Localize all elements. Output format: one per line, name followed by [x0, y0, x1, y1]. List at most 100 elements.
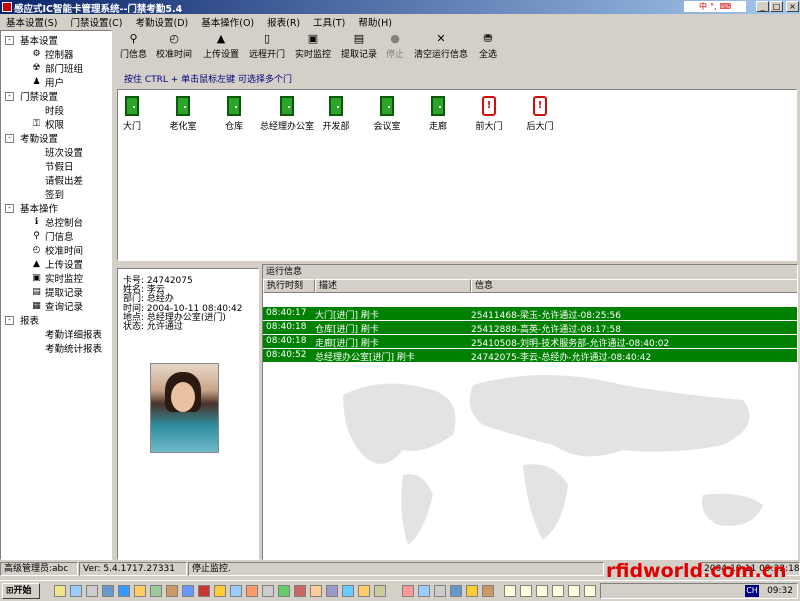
- quicklaunch-icon[interactable]: [262, 585, 274, 597]
- select-all-button[interactable]: ⛃ 全选: [479, 32, 497, 60]
- column-header-description[interactable]: 描述: [315, 279, 471, 293]
- quicklaunch-icon[interactable]: [294, 585, 306, 597]
- taskbar-clock[interactable]: 09:32: [767, 586, 793, 596]
- tree-item-sign-in[interactable]: 签到: [45, 187, 64, 201]
- quicklaunch-icon[interactable]: [70, 585, 82, 597]
- taskbar-window-button[interactable]: [568, 585, 580, 597]
- minimize-button[interactable]: _: [756, 1, 769, 12]
- tree-node-basic-settings[interactable]: - 基本设置: [5, 33, 58, 47]
- quicklaunch-icon[interactable]: [118, 585, 130, 597]
- taskbar-window-button[interactable]: [520, 585, 532, 597]
- tree-item-extract-records[interactable]: ▤ 提取记录: [31, 285, 83, 300]
- quicklaunch-icon[interactable]: [358, 585, 370, 597]
- collapse-icon[interactable]: -: [5, 35, 14, 45]
- quicklaunch-icon[interactable]: [278, 585, 290, 597]
- quicklaunch-icon[interactable]: [54, 585, 66, 597]
- collapse-icon[interactable]: -: [5, 133, 14, 143]
- tree-item-attendance-detail-report[interactable]: 考勤详细报表: [45, 327, 102, 341]
- stop-button[interactable]: ● 停止: [386, 32, 404, 60]
- taskbar-window-button[interactable]: [536, 585, 548, 597]
- ime-indicator[interactable]: CH: [745, 585, 759, 597]
- column-header-time[interactable]: 执行时刻: [263, 279, 315, 293]
- taskbar-window-button[interactable]: [552, 585, 564, 597]
- quicklaunch-icon[interactable]: [374, 585, 386, 597]
- quicklaunch-icon[interactable]: [482, 585, 494, 597]
- quicklaunch-icon[interactable]: [342, 585, 354, 597]
- close-button[interactable]: ×: [786, 1, 799, 12]
- clear-run-info-button[interactable]: ✕ 清空运行信息: [414, 32, 468, 60]
- maximize-button[interactable]: □: [770, 1, 783, 12]
- menu-basic-operations[interactable]: 基本操作(O): [195, 14, 261, 29]
- tree-node-reports[interactable]: - 报表: [5, 313, 39, 327]
- remote-open-door-button[interactable]: ▯ 远程开门: [249, 32, 285, 60]
- tree-item-department[interactable]: ☢ 部门班组: [31, 61, 83, 76]
- tree-item-attendance-summary-report[interactable]: 考勤统计报表: [45, 341, 102, 355]
- navigation-tree[interactable]: - 基本设置 ⚙ 控制器 ☢ 部门班组 ♟ 用户 - 门禁设置 时段 ⚿ 权限 - 考勤设置 …: [0, 30, 112, 560]
- collapse-icon[interactable]: -: [5, 315, 14, 325]
- quicklaunch-icon[interactable]: [418, 585, 430, 597]
- ime-chinese-icon[interactable]: 中: [699, 1, 707, 12]
- taskbar-window-button[interactable]: [584, 585, 596, 597]
- quicklaunch-icon[interactable]: [310, 585, 322, 597]
- tree-item-leave-trip[interactable]: 请假出差: [45, 173, 83, 187]
- ime-keyboard-icon[interactable]: ⌨: [720, 2, 732, 11]
- tree-item-realtime-monitor[interactable]: ▣ 实时监控: [31, 271, 83, 286]
- quicklaunch-icon[interactable]: [150, 585, 162, 597]
- quicklaunch-icon[interactable]: [230, 585, 242, 597]
- info-icon: ℹ: [34, 216, 39, 227]
- menu-help[interactable]: 帮助(H): [352, 14, 399, 29]
- select-all-icon: ⛃: [483, 32, 493, 45]
- tree-node-basic-operations[interactable]: - 基本操作: [5, 201, 58, 215]
- door-item[interactable]: 后大门: [510, 96, 570, 132]
- collapse-icon[interactable]: -: [5, 203, 14, 213]
- tree-node-attendance-settings[interactable]: - 考勤设置: [5, 131, 58, 145]
- log-row[interactable]: 08:40:18 走廊[进门] 刷卡 25410508-刘明-技术服务部-允许通…: [263, 335, 797, 349]
- door-alarm-icon: [533, 96, 547, 116]
- start-button[interactable]: ⊞开始: [2, 583, 40, 599]
- quicklaunch-icon[interactable]: [86, 585, 98, 597]
- ime-status-bar[interactable]: 中 °, ⌨: [684, 1, 746, 12]
- extract-records-button[interactable]: ▤ 提取记录: [341, 32, 377, 60]
- quicklaunch-icon[interactable]: [198, 585, 210, 597]
- tree-node-access-settings[interactable]: - 门禁设置: [5, 89, 58, 103]
- quicklaunch-icon[interactable]: [402, 585, 414, 597]
- quicklaunch-icon[interactable]: [434, 585, 446, 597]
- door-list-panel[interactable]: 大门 老化室 仓库 总经理办公室 开发部 会议室 走廊 前大门 后大门: [117, 89, 797, 261]
- quicklaunch-icon[interactable]: [182, 585, 194, 597]
- tree-item-query-records[interactable]: ▦ 查询记录: [31, 299, 83, 314]
- ime-punct-icon[interactable]: °,: [710, 2, 717, 11]
- tree-item-upload-settings[interactable]: ▲ 上传设置: [31, 257, 83, 272]
- tree-item-shift-settings[interactable]: 班次设置: [45, 145, 83, 159]
- menu-attendance-settings[interactable]: 考勤设置(D): [130, 14, 196, 29]
- realtime-monitor-button[interactable]: ▣ 实时监控: [295, 32, 331, 60]
- quicklaunch-icon[interactable]: [466, 585, 478, 597]
- menu-reports[interactable]: 报表(R): [261, 14, 307, 29]
- collapse-icon[interactable]: -: [5, 91, 14, 101]
- taskbar-window-button[interactable]: [504, 585, 516, 597]
- quicklaunch-icon[interactable]: [326, 585, 338, 597]
- tree-item-time-period[interactable]: 时段: [45, 103, 64, 117]
- quicklaunch-icon[interactable]: [214, 585, 226, 597]
- column-header-info[interactable]: 信息: [471, 279, 797, 293]
- quicklaunch-icon[interactable]: [246, 585, 258, 597]
- upload-settings-button[interactable]: ▲ 上传设置: [203, 32, 239, 60]
- menu-access-settings[interactable]: 门禁设置(C): [64, 14, 129, 29]
- calibrate-time-button[interactable]: ◴ 校准时间: [156, 32, 192, 60]
- tree-item-user[interactable]: ♟ 用户: [31, 75, 64, 90]
- quicklaunch-icon[interactable]: [102, 585, 114, 597]
- tree-item-permission[interactable]: ⚿ 权限: [31, 117, 64, 132]
- log-row[interactable]: 08:40:52 总经理办公室[进门] 刷卡 24742075-李云-总经办-允…: [263, 349, 797, 363]
- tree-item-holidays[interactable]: 节假日: [45, 159, 74, 173]
- menu-tools[interactable]: 工具(T): [307, 14, 352, 29]
- quicklaunch-icon[interactable]: [134, 585, 146, 597]
- door-info-button[interactable]: ⚲ 门信息: [120, 32, 147, 60]
- quicklaunch-icon[interactable]: [166, 585, 178, 597]
- quicklaunch-icon[interactable]: [450, 585, 462, 597]
- log-row[interactable]: 08:40:17 大门[进门] 刷卡 25411468-梁玉-允许通过-08:2…: [263, 307, 797, 321]
- log-row[interactable]: 08:40:18 仓库[进门] 刷卡 25412888-高英-允许通过-08:1…: [263, 321, 797, 335]
- menu-basic-settings[interactable]: 基本设置(S): [0, 14, 64, 29]
- tree-item-calibrate-time[interactable]: ◴ 校准时间: [31, 243, 83, 258]
- tree-item-door-info[interactable]: ⚲ 门信息: [31, 229, 73, 244]
- tree-item-controller[interactable]: ⚙ 控制器: [31, 47, 73, 62]
- tree-item-console[interactable]: ℹ 总控制台: [31, 215, 83, 230]
